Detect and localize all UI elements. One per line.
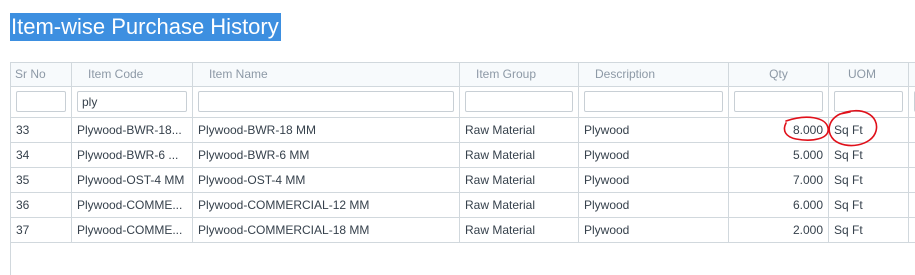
cell-item-code: Plywood-BWR-6 ... [72,143,193,168]
column-header-extra[interactable] [909,63,915,87]
filter-item-name-input[interactable] [198,91,454,112]
cell-item-group: Raw Material [460,218,579,243]
table-row[interactable]: 36 Plywood-COMME... Plywood-COMMERCIAL-1… [11,193,915,218]
filter-description-input[interactable] [584,91,723,112]
cell-extra [909,218,915,243]
cell-description: Plywood [579,118,729,143]
cell-item-name: Plywood-OST-4 MM [193,168,460,193]
cell-item-group: Raw Material [460,193,579,218]
report-grid: Sr No Item Code Item Name Item Group Des… [10,62,915,275]
cell-uom: Sq Ft [829,218,909,243]
cell-item-code: Plywood-BWR-18... [72,118,193,143]
column-header-description[interactable]: Description [579,63,729,87]
filter-item-group-input[interactable] [465,91,573,112]
filter-item-code-input[interactable] [77,91,187,112]
page-title: Item-wise Purchase History [10,13,281,41]
cell-item-group: Raw Material [460,143,579,168]
column-header-item-group[interactable]: Item Group [460,63,579,87]
filter-row [11,87,915,118]
cell-item-code: Plywood-COMME... [72,193,193,218]
filter-qty-input[interactable] [734,91,823,112]
cell-description: Plywood [579,143,729,168]
cell-uom: Sq Ft [829,193,909,218]
cell-item-group: Raw Material [460,168,579,193]
filter-cell [729,87,829,118]
cell-sr-no: 35 [11,168,72,193]
table-row[interactable]: 34 Plywood-BWR-6 ... Plywood-BWR-6 MM Ra… [11,143,915,168]
filter-cell [829,87,909,118]
cell-description: Plywood [579,193,729,218]
cell-item-name: Plywood-COMMERCIAL-18 MM [193,218,460,243]
cell-qty: 7.000 [729,168,829,193]
table-row[interactable]: 35 Plywood-OST-4 MM Plywood-OST-4 MM Raw… [11,168,915,193]
cell-uom: Sq Ft [829,118,909,143]
cell-extra [909,193,915,218]
cell-sr-no: 33 [11,118,72,143]
table-row[interactable]: 33 Plywood-BWR-18... Plywood-BWR-18 MM R… [11,118,915,143]
cell-item-name: Plywood-BWR-6 MM [193,143,460,168]
filter-cell [11,87,72,118]
cell-uom: Sq Ft [829,168,909,193]
table-row[interactable]: 37 Plywood-COMME... Plywood-COMMERCIAL-1… [11,218,915,243]
column-header-item-name[interactable]: Item Name [193,63,460,87]
cell-extra [909,168,915,193]
cell-sr-no: 34 [11,143,72,168]
filter-sr-no-input[interactable] [16,91,66,112]
column-header-uom[interactable]: UOM [829,63,909,87]
filter-uom-input[interactable] [834,91,903,112]
cell-item-code: Plywood-OST-4 MM [72,168,193,193]
cell-item-name: Plywood-COMMERCIAL-12 MM [193,193,460,218]
column-header-item-code[interactable]: Item Code [72,63,193,87]
filter-cell [72,87,193,118]
filter-cell [193,87,460,118]
column-header-qty[interactable]: Qty [729,63,829,87]
column-header-sr-no[interactable]: Sr No [11,63,72,87]
cell-qty: 2.000 [729,218,829,243]
cell-qty: 6.000 [729,193,829,218]
cell-qty: 8.000 [729,118,829,143]
cell-extra [909,118,915,143]
filter-cell [460,87,579,118]
cell-item-group: Raw Material [460,118,579,143]
cell-sr-no: 37 [11,218,72,243]
cell-item-name: Plywood-BWR-18 MM [193,118,460,143]
cell-qty: 5.000 [729,143,829,168]
cell-description: Plywood [579,218,729,243]
filter-cell [579,87,729,118]
cell-sr-no: 36 [11,193,72,218]
header-row: Sr No Item Code Item Name Item Group Des… [11,63,915,87]
cell-item-code: Plywood-COMME... [72,218,193,243]
cell-extra [909,143,915,168]
filter-cell [909,87,915,118]
cell-uom: Sq Ft [829,143,909,168]
cell-description: Plywood [579,168,729,193]
